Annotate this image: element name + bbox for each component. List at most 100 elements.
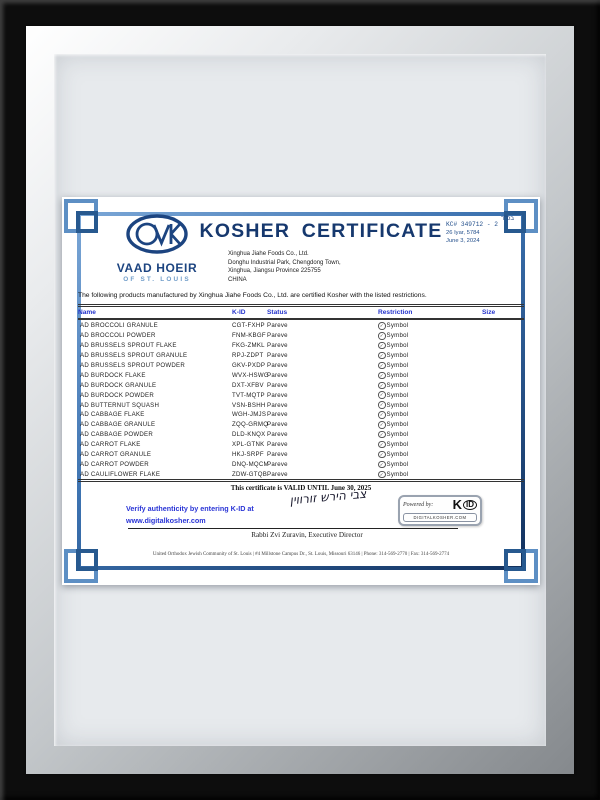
product-name: AD BURDOCK FLAKE	[78, 372, 232, 379]
product-kid: TVT-MQTP	[232, 392, 267, 399]
product-restriction: ✓Symbol	[378, 382, 482, 390]
product-status: Pareve	[267, 451, 378, 458]
product-name: AD BROCCOLI GRANULE	[78, 322, 232, 329]
table-row: AD CABBAGE POWDERDLD-KNQXPareve✓Symbol	[78, 430, 524, 440]
hebrew-bsd: בס"ד	[501, 216, 514, 222]
table-row: AD BURDOCK FLAKEWVX-HSWGPareve✓Symbol	[78, 370, 524, 380]
product-status: Pareve	[267, 392, 378, 399]
product-kid: HKJ-SRPF	[232, 451, 267, 458]
table-row: AD BROCCOLI GRANULECGT-FXHPPareve✓Symbol	[78, 321, 524, 331]
circled-check-icon: ✓	[378, 441, 386, 449]
product-kid: VSN-BSHH	[232, 402, 267, 409]
product-kid: DXT-XFBV	[232, 382, 267, 389]
product-restriction: ✓Symbol	[378, 332, 482, 340]
circled-check-icon: ✓	[378, 471, 386, 479]
product-kid: DNQ-MQCM	[232, 461, 267, 468]
circled-check-icon: ✓	[378, 461, 386, 469]
valid-until-line: This certificate is VALID UNTIL June 30,…	[78, 484, 524, 492]
product-restriction: ✓Symbol	[378, 411, 482, 419]
framed-certificate-photo: בס"ד KC# 349712 - 2 26 Iyar, 5784 June 3…	[0, 0, 600, 800]
table-row: AD CABBAGE FLAKEWGH-JMJSPareve✓Symbol	[78, 410, 524, 420]
restriction-label: Symbol	[387, 441, 409, 448]
circled-check-icon: ✓	[378, 411, 386, 419]
product-status: Pareve	[267, 382, 378, 389]
table-row: AD BRUSSELS SPROUT FLAKEFKG-ZMKLPareve✓S…	[78, 341, 524, 351]
product-kid: DLD-KNQX	[232, 431, 267, 438]
product-name: AD CABBAGE POWDER	[78, 431, 232, 438]
product-restriction: ✓Symbol	[378, 441, 482, 449]
product-status: Pareve	[267, 402, 378, 409]
circled-check-icon: ✓	[378, 322, 386, 330]
certificate-paper: בס"ד KC# 349712 - 2 26 Iyar, 5784 June 3…	[62, 197, 540, 585]
product-status: Pareve	[267, 411, 378, 418]
product-kid: XPL-GTNK	[232, 441, 267, 448]
product-name: AD BROCCOLI POWDER	[78, 332, 232, 339]
circled-check-icon: ✓	[378, 421, 386, 429]
product-status: Pareve	[267, 431, 378, 438]
product-kid: FNM-KBGF	[232, 332, 267, 339]
kid-logo-id: ID	[463, 500, 477, 510]
table-row: AD BRUSSELS SPROUT POWDERGKV-PXDPPareve✓…	[78, 361, 524, 371]
product-name: AD BUTTERNUT SQUASH	[78, 402, 232, 409]
product-name: AD BRUSSELS SPROUT FLAKE	[78, 342, 232, 349]
circled-check-icon: ✓	[378, 342, 386, 350]
restriction-label: Symbol	[387, 431, 409, 438]
product-status: Pareve	[267, 372, 378, 379]
table-row: AD CAULIFLOWER FLAKEZDW-GTQBPareve✓Symbo…	[78, 469, 524, 479]
powered-by-kid-badge: Powered by: K ID DIGITALKOSHER.COM	[398, 495, 482, 526]
circled-check-icon: ✓	[378, 352, 386, 360]
product-name: AD CABBAGE FLAKE	[78, 411, 232, 418]
product-restriction: ✓Symbol	[378, 451, 482, 459]
table-row: AD CABBAGE GRANULEZQQ-GRMQPareve✓Symbol	[78, 420, 524, 430]
circled-check-icon: ✓	[378, 372, 386, 380]
restriction-label: Symbol	[387, 402, 409, 409]
signature-rule	[128, 528, 458, 529]
product-kid: WVX-HSWG	[232, 372, 267, 379]
product-name: AD CAULIFLOWER FLAKE	[78, 471, 232, 478]
table-row: AD BROCCOLI POWDERFNM-KBGFPareve✓Symbol	[78, 331, 524, 341]
column-header-status: Status	[267, 309, 378, 316]
kid-domain-label: DIGITALKOSHER.COM	[403, 513, 477, 522]
product-kid: CGT-FXHP	[232, 322, 267, 329]
product-kid: FKG-ZMKL	[232, 342, 267, 349]
table-row: AD BURDOCK POWDERTVT-MQTPPareve✓Symbol	[78, 390, 524, 400]
product-restriction: ✓Symbol	[378, 342, 482, 350]
restriction-label: Symbol	[387, 421, 409, 428]
product-table-body: AD BROCCOLI GRANULECGT-FXHPPareve✓Symbol…	[78, 320, 524, 482]
product-restriction: ✓Symbol	[378, 322, 482, 330]
product-restriction: ✓Symbol	[378, 372, 482, 380]
footer-address-line: United Orthodox Jewish Community of St. …	[78, 552, 524, 557]
restriction-label: Symbol	[387, 332, 409, 339]
product-status: Pareve	[267, 421, 378, 428]
column-header-restriction: Restriction	[378, 309, 482, 316]
restriction-label: Symbol	[387, 342, 409, 349]
powered-by-label: Powered by:	[403, 502, 433, 508]
table-row: AD CARROT GRANULEHKJ-SRPFPareve✓Symbol	[78, 450, 524, 460]
certificate-title: KOSHER CERTIFICATE	[182, 220, 460, 243]
table-row: AD BURDOCK GRANULEDXT-XFBVPareve✓Symbol	[78, 380, 524, 390]
org-subtitle: OF ST. LOUIS	[94, 276, 220, 283]
column-header-name: Name	[78, 309, 232, 316]
verify-authenticity-note: Verify authenticity by entering K-ID at …	[126, 503, 254, 527]
product-table: Name K-ID Status Restriction Size AD BRO…	[78, 304, 524, 482]
circled-check-icon: ✓	[378, 332, 386, 340]
product-table-header: Name K-ID Status Restriction Size	[78, 304, 524, 320]
restriction-label: Symbol	[387, 382, 409, 389]
kid-logo-icon: K ID	[453, 499, 477, 511]
product-name: AD BRUSSELS SPROUT POWDER	[78, 362, 232, 369]
kid-logo-k: K	[453, 499, 462, 511]
powered-by-row: Powered by: K ID	[403, 499, 477, 511]
product-kid: GKV-PXDP	[232, 362, 267, 369]
intro-sentence: The following products manufactured by X…	[78, 292, 524, 299]
restriction-label: Symbol	[387, 322, 409, 329]
product-name: AD BURDOCK GRANULE	[78, 382, 232, 389]
ok-oval-logo-icon	[125, 213, 189, 255]
table-row: AD CARROT FLAKEXPL-GTNKPareve✓Symbol	[78, 440, 524, 450]
circled-check-icon: ✓	[378, 431, 386, 439]
circled-check-icon: ✓	[378, 451, 386, 459]
product-restriction: ✓Symbol	[378, 362, 482, 370]
product-status: Pareve	[267, 362, 378, 369]
product-kid: ZDW-GTQB	[232, 471, 267, 478]
company-address-block: Xinghua Jiahe Foods Co., Ltd. Donghu Ind…	[228, 250, 341, 284]
restriction-label: Symbol	[387, 451, 409, 458]
